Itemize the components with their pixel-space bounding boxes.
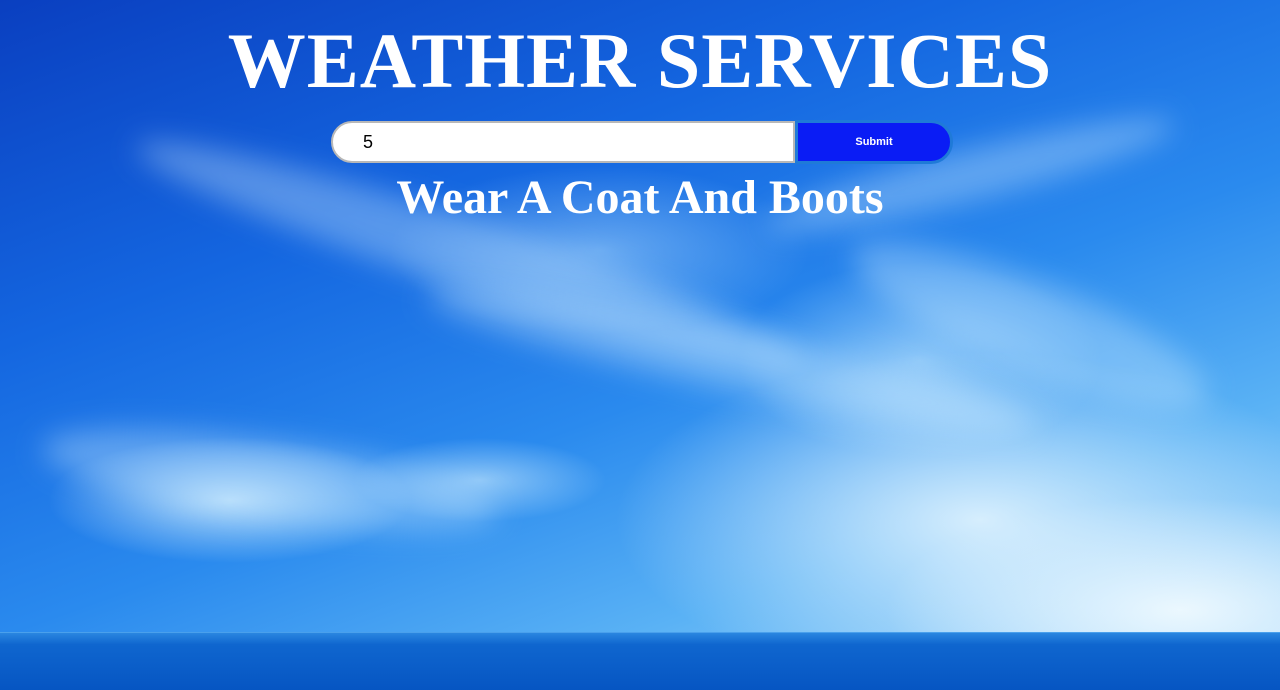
weather-form: Submit	[331, 120, 953, 164]
sea-horizon	[0, 632, 1280, 690]
page-title: WEATHER SERVICES	[227, 17, 1053, 104]
temperature-input[interactable]	[331, 121, 795, 163]
cloud-streak	[36, 408, 504, 552]
clothing-advice: Wear A Coat And Boots	[396, 171, 884, 224]
submit-button[interactable]: Submit	[795, 120, 953, 164]
